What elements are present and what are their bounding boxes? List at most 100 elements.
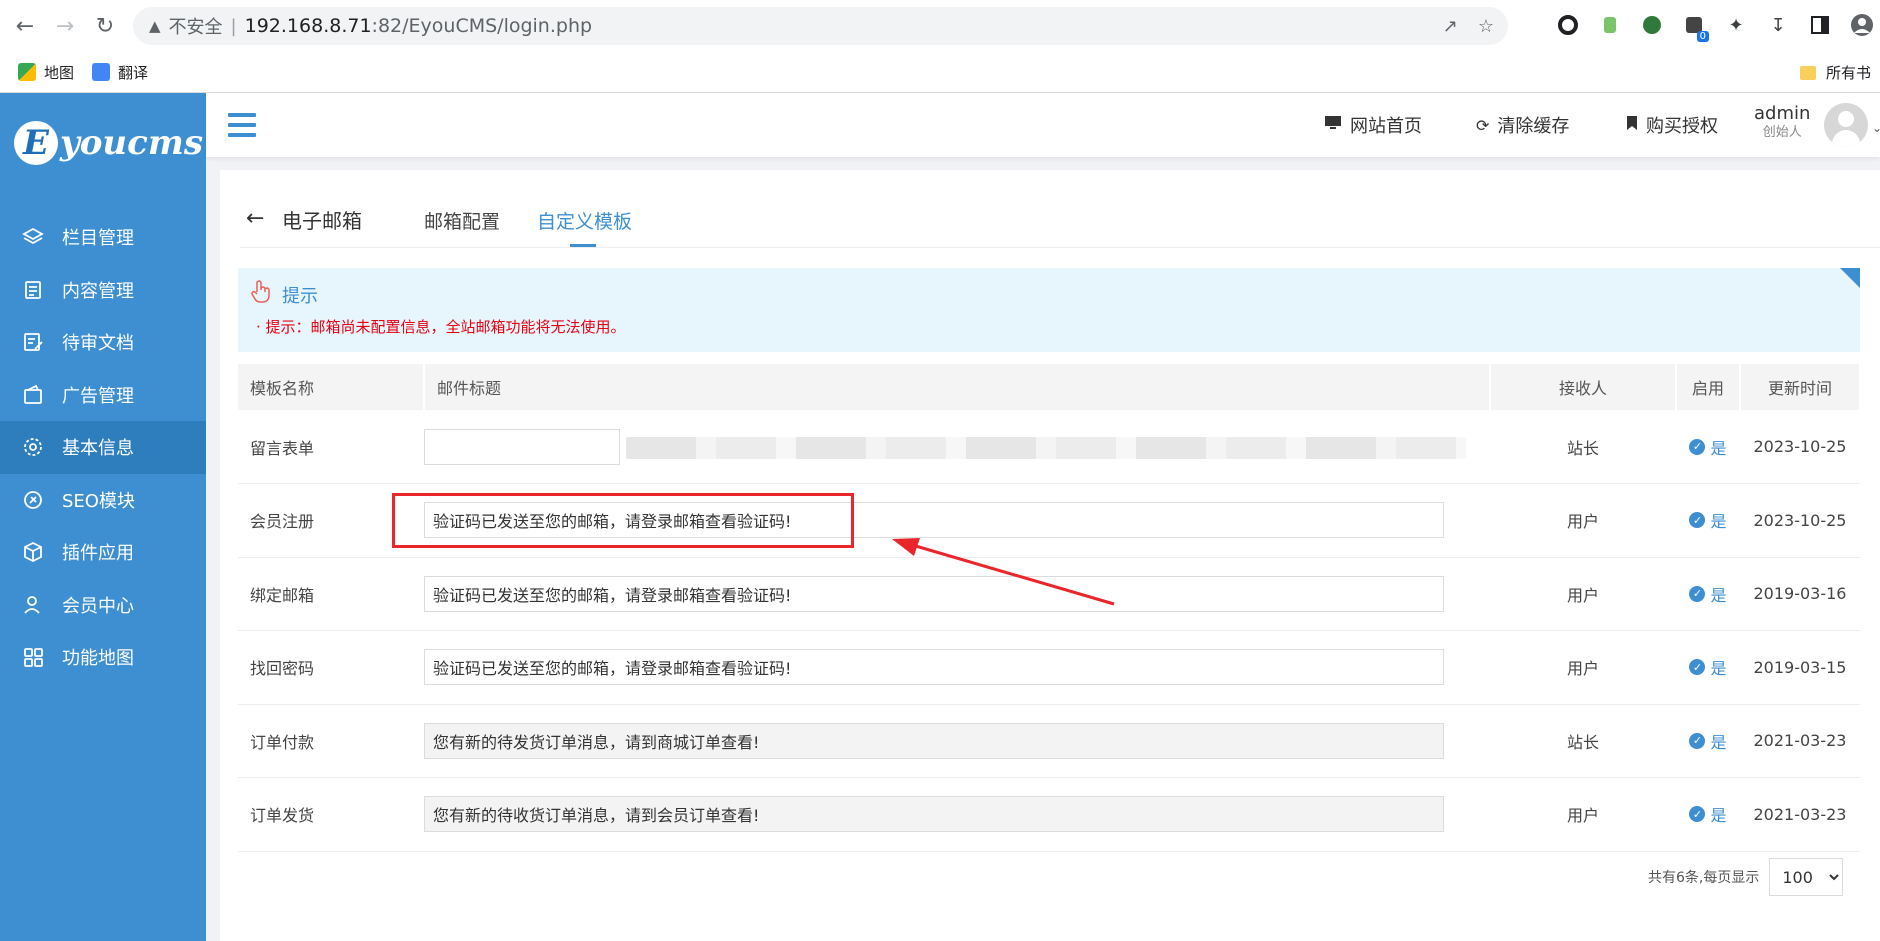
subject-cell: [424, 777, 1490, 852]
extension-dark-green-icon[interactable]: [1639, 12, 1665, 38]
grid-icon: [22, 646, 44, 668]
chevron-down-icon[interactable]: ⌄: [1872, 121, 1880, 135]
buy-license-link[interactable]: 购买授权: [1626, 93, 1718, 157]
table-row: 找回密码 用户 ✓是 2019-03-15: [238, 630, 1860, 705]
check-circle-icon: ✓: [1689, 585, 1706, 602]
eyoucms-logo[interactable]: E youcms: [14, 121, 203, 165]
subject-input[interactable]: [424, 796, 1444, 833]
all-bookmarks-label: 所有书: [1826, 64, 1872, 82]
tab-mail-config[interactable]: 邮箱配置: [424, 207, 500, 234]
active-tab-indicator: [570, 244, 596, 247]
monitor-icon: [1324, 115, 1342, 135]
updated-date: 2019-03-16: [1740, 557, 1860, 631]
enabled-cell[interactable]: ✓ 是: [1676, 410, 1740, 484]
sidebar-item-label: 插件应用: [62, 543, 134, 565]
user-info[interactable]: admin 创始人: [1754, 103, 1810, 141]
sidebar-item-seo[interactable]: SEO模块: [0, 474, 206, 527]
enabled-cell[interactable]: ✓ 是: [1676, 777, 1740, 852]
subject-cell: [424, 704, 1490, 778]
extension-green-icon[interactable]: [1597, 12, 1623, 38]
gear-icon: [22, 436, 44, 458]
address-bar[interactable]: ▲ 不安全 | 192.168.8.71:82/EyouCMS/login.ph…: [133, 7, 1508, 45]
puzzle-icon[interactable]: ✦: [1723, 12, 1749, 38]
sidebar-item-ads[interactable]: 广告管理: [0, 369, 206, 422]
document-icon: [22, 279, 44, 301]
extension-circle-icon[interactable]: [1555, 12, 1581, 38]
enabled-cell[interactable]: ✓ 是: [1676, 704, 1740, 778]
sidebar-item-basic-info[interactable]: 基本信息: [0, 421, 206, 474]
col-header-updated: 更新时间: [1740, 364, 1861, 410]
user-role: 创始人: [1762, 125, 1802, 140]
url-text[interactable]: 192.168.8.71:82/EyouCMS/login.php: [245, 15, 592, 37]
sidebar-item-plugins[interactable]: 插件应用: [0, 526, 206, 579]
receiver: 用户: [1490, 777, 1676, 852]
subject-input[interactable]: [424, 722, 1444, 759]
all-bookmarks[interactable]: 所有书: [1800, 52, 1871, 93]
sidebar-item-label: 会员中心: [62, 595, 134, 617]
folder-icon: [1800, 65, 1816, 80]
enabled-cell[interactable]: ✓ 是: [1676, 557, 1740, 631]
logo-text: youcms: [60, 123, 203, 163]
logo-letter: E: [14, 121, 58, 165]
profile-icon[interactable]: [1849, 12, 1875, 38]
sidebar: E youcms 栏目管理 内容管理 待审文档 广告管理 基本信息 SEO模块: [0, 93, 206, 941]
col-header-receiver: 接收人: [1490, 364, 1677, 410]
sidebar-menu: 栏目管理 内容管理 待审文档 广告管理 基本信息 SEO模块 插件应用 会员中心…: [0, 211, 206, 684]
receiver: 用户: [1490, 557, 1676, 631]
seo-icon: [22, 489, 44, 511]
star-icon[interactable]: ☆: [1478, 16, 1494, 37]
sidepanel-icon[interactable]: [1807, 12, 1833, 38]
tab-custom-template[interactable]: 自定义模板: [537, 207, 632, 234]
sidebar-item-members[interactable]: 会员中心: [0, 579, 206, 632]
refresh-icon: ⟳: [1476, 115, 1490, 135]
back-arrow-icon[interactable]: ←: [10, 11, 40, 41]
bookmark-maps[interactable]: 地图: [18, 62, 74, 83]
share-icon[interactable]: ↗: [1443, 16, 1458, 37]
template-name: 绑定邮箱: [238, 557, 424, 631]
browser-chrome: ← → ↻ ▲ 不安全 | 192.168.8.71:82/EyouCMS/lo…: [0, 0, 1880, 93]
sidebar-item-label: 基本信息: [62, 438, 134, 460]
sidebar-item-content[interactable]: 内容管理: [0, 264, 206, 317]
extension-badge-icon[interactable]: 0: [1681, 12, 1709, 42]
page-title: 电子邮箱: [282, 209, 362, 233]
sidebar-item-label: 内容管理: [62, 280, 134, 302]
subject-input[interactable]: [424, 649, 1444, 686]
site-home-link[interactable]: 网站首页: [1324, 93, 1422, 157]
receiver: 站长: [1490, 410, 1676, 484]
url-host: 192.168.8.71: [244, 15, 372, 37]
sidebar-item-label: 栏目管理: [62, 228, 134, 250]
clear-cache-link[interactable]: ⟳ 清除缓存: [1476, 93, 1569, 157]
sidebar-item-function-map[interactable]: 功能地图: [0, 631, 206, 684]
back-arrow-icon[interactable]: ←: [246, 206, 264, 231]
sidebar-item-label: SEO模块: [62, 490, 135, 512]
sidebar-item-review[interactable]: 待审文档: [0, 316, 206, 369]
bookmark-label: 翻译: [118, 63, 149, 82]
page-size-select[interactable]: 100: [1769, 858, 1844, 896]
updated-date: 2019-03-15: [1740, 630, 1860, 705]
enabled-cell[interactable]: ✓ 是: [1676, 483, 1740, 558]
subject-input[interactable]: [424, 428, 620, 465]
avatar[interactable]: [1824, 103, 1868, 147]
enabled-cell[interactable]: ✓ 是: [1676, 630, 1740, 705]
updated-date: 2023-10-25: [1740, 483, 1860, 558]
top-header: 网站首页 ⟳ 清除缓存 购买授权 admin 创始人 ⌄: [206, 93, 1880, 157]
pagination-summary: 共有6条,每页显示: [1648, 870, 1760, 886]
col-header-name: 模板名称: [238, 364, 425, 410]
extension-badge-count: 0: [1696, 31, 1709, 42]
forward-arrow-icon[interactable]: →: [50, 11, 80, 41]
tip-warning-message: · 提示：邮箱尚未配置信息，全站邮箱功能将无法使用。: [256, 318, 626, 336]
tip-title: 提示: [282, 286, 318, 307]
maps-icon: [18, 63, 36, 81]
reload-icon[interactable]: ↻: [90, 11, 120, 41]
insecure-label: 不安全: [168, 17, 223, 38]
receiver: 用户: [1490, 483, 1676, 558]
hamburger-menu-icon[interactable]: [228, 113, 256, 137]
sidebar-item-column[interactable]: 栏目管理: [0, 211, 206, 264]
bookmark-translate[interactable]: 翻译: [92, 62, 148, 83]
user-icon: [22, 594, 44, 616]
enabled-label: 是: [1710, 512, 1727, 532]
clear-cache-label: 清除缓存: [1497, 116, 1570, 137]
download-icon[interactable]: ↧: [1765, 12, 1791, 38]
blurred-content: [626, 436, 1466, 459]
col-header-subject: 邮件标题: [424, 364, 1491, 410]
